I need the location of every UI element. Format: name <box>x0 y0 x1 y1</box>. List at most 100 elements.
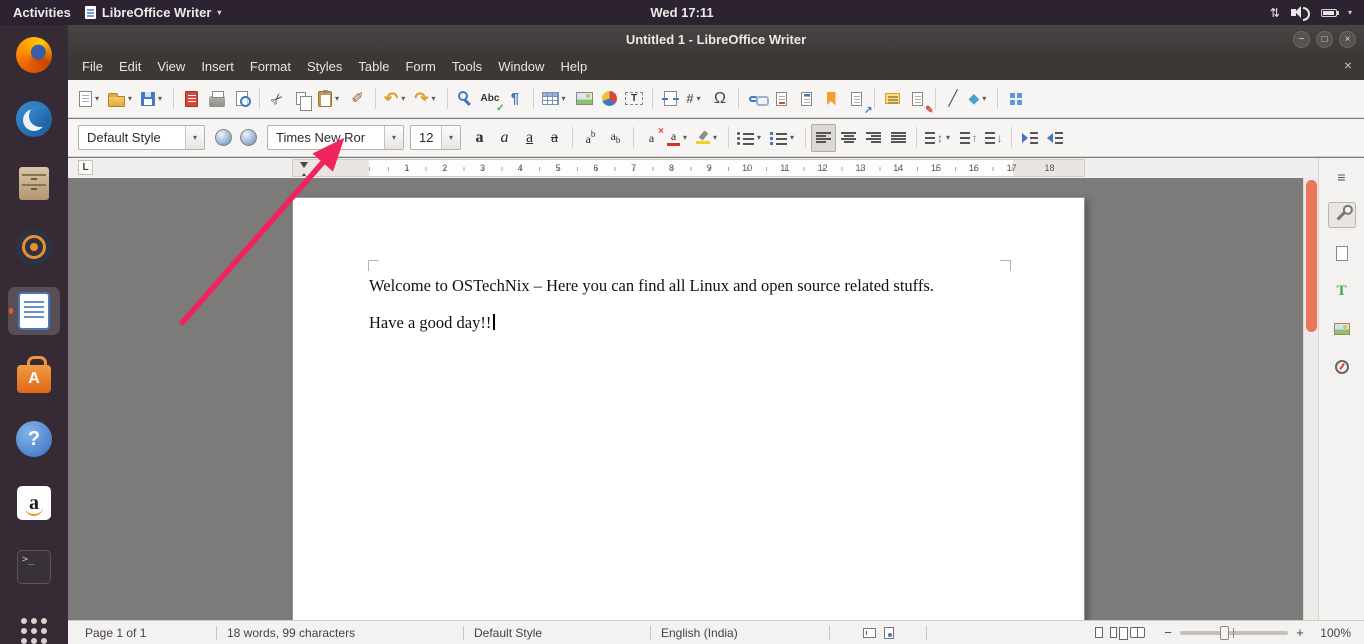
menu-file[interactable]: File <box>74 55 111 78</box>
close-button[interactable]: × <box>1339 31 1356 48</box>
chevron-down-icon[interactable]: ▾ <box>125 94 135 103</box>
page-style-status[interactable]: Default Style <box>464 626 650 640</box>
chevron-down-icon[interactable]: ▾ <box>787 133 797 142</box>
font-color-button[interactable]: a ▾ <box>664 124 693 152</box>
clone-formatting-button[interactable]: ✐ <box>345 85 370 113</box>
chevron-down-icon[interactable]: ▾ <box>754 133 764 142</box>
print-button[interactable] <box>204 85 229 113</box>
zoom-slider[interactable] <box>1180 631 1288 635</box>
paragraph[interactable]: Welcome to OSTechNix – Here you can find… <box>369 275 1010 297</box>
bold-button[interactable]: a <box>467 124 492 152</box>
cross-reference-button[interactable]: ↗ <box>844 85 869 113</box>
chevron-down-icon[interactable]: ▾ <box>429 94 439 103</box>
zoom-out-button[interactable]: − <box>1162 625 1174 640</box>
insert-endnote-button[interactable] <box>794 85 819 113</box>
book-view-button[interactable] <box>1130 627 1145 638</box>
document-area[interactable]: Welcome to OSTechNix – Here you can find… <box>68 178 1303 620</box>
align-center-button[interactable] <box>836 124 861 152</box>
chevron-down-icon[interactable]: ▾ <box>559 94 569 103</box>
dock-item-terminal[interactable]: >_ <box>8 543 60 591</box>
numbered-list-button[interactable]: ▾ <box>767 124 800 152</box>
multi-page-view-button[interactable] <box>1110 627 1117 638</box>
dock-item-show-applications[interactable] <box>8 607 60 644</box>
menu-table[interactable]: Table <box>350 55 397 78</box>
menu-tools[interactable]: Tools <box>444 55 490 78</box>
dock-item-thunderbird[interactable] <box>8 95 60 143</box>
zoom-level[interactable]: 100% <box>1313 626 1351 640</box>
paragraph[interactable]: Have a good day!! <box>369 312 1010 334</box>
insert-image-button[interactable] <box>572 85 597 113</box>
menu-styles[interactable]: Styles <box>299 55 350 78</box>
underline-button[interactable]: a <box>517 124 542 152</box>
zoom-in-button[interactable]: + <box>1294 625 1306 640</box>
chevron-down-icon[interactable]: ▾ <box>398 94 408 103</box>
chevron-down-icon[interactable]: ▾ <box>92 94 102 103</box>
activities-button[interactable]: Activities <box>13 5 71 20</box>
chevron-down-icon[interactable]: ▾ <box>680 133 690 142</box>
sidebar-properties-button[interactable] <box>1328 202 1356 228</box>
dock-item-libreoffice-writer[interactable] <box>8 287 60 335</box>
zoom-slider-thumb[interactable] <box>1220 626 1229 640</box>
sidebar-styles-button[interactable]: T <box>1328 278 1356 304</box>
dock-item-files[interactable] <box>8 159 60 207</box>
insert-line-button[interactable]: ╱ <box>941 85 966 113</box>
paragraph-style-dropdown[interactable]: ▾ <box>185 126 204 149</box>
insert-field-button[interactable]: #▾ <box>683 85 708 113</box>
dock-item-rhythmbox[interactable] <box>8 223 60 271</box>
close-document-button[interactable]: × <box>1340 57 1356 73</box>
word-count-status[interactable]: 18 words, 99 characters <box>217 626 463 640</box>
decrease-paragraph-spacing-button[interactable]: ↓ <box>981 124 1006 152</box>
chevron-down-icon[interactable]: ▾ <box>332 94 342 103</box>
new-document-button[interactable]: ▾ <box>76 85 105 113</box>
save-button[interactable]: ▾ <box>138 85 168 113</box>
font-size-dropdown[interactable]: ▾ <box>441 126 460 149</box>
insert-table-button[interactable]: ▾ <box>539 85 572 113</box>
font-name-dropdown[interactable]: ▾ <box>384 126 403 149</box>
dock-item-firefox[interactable] <box>8 31 60 79</box>
special-character-button[interactable]: Ω <box>708 85 733 113</box>
formatting-marks-button[interactable]: ¶ <box>503 85 528 113</box>
find-replace-button[interactable] <box>453 85 478 113</box>
menu-help[interactable]: Help <box>552 55 595 78</box>
document-text[interactable]: Welcome to OSTechNix – Here you can find… <box>369 275 1010 349</box>
chevron-down-icon[interactable]: ▾ <box>979 94 989 103</box>
increase-indent-button[interactable] <box>1017 124 1042 152</box>
vertical-scrollbar[interactable] <box>1303 178 1318 620</box>
print-preview-button[interactable] <box>229 85 254 113</box>
increase-paragraph-spacing-button[interactable]: ↑ <box>956 124 981 152</box>
sidebar-navigator-button[interactable] <box>1328 354 1356 380</box>
page-break-button[interactable] <box>658 85 683 113</box>
superscript-button[interactable]: ab <box>578 124 603 152</box>
font-name-combo[interactable]: Times New Ror ▾ <box>267 125 404 150</box>
menu-form[interactable]: Form <box>397 55 443 78</box>
chevron-down-icon[interactable]: ▾ <box>943 133 953 142</box>
app-menu-button[interactable]: LibreOffice Writer ▾ <box>85 5 222 20</box>
export-pdf-button[interactable] <box>179 85 204 113</box>
paste-button[interactable]: ▾ <box>315 85 345 113</box>
scrollbar-thumb[interactable] <box>1306 180 1317 332</box>
strikethrough-button[interactable]: a <box>542 124 567 152</box>
horizontal-ruler[interactable]: 123456789101112131415161718 <box>292 159 1085 177</box>
cut-button[interactable]: ✂ <box>265 85 290 113</box>
insert-comment-button[interactable] <box>880 85 905 113</box>
dock-item-help[interactable]: ? <box>8 415 60 463</box>
undo-button[interactable]: ↶▾ <box>381 85 411 113</box>
menu-window[interactable]: Window <box>490 55 552 78</box>
menu-format[interactable]: Format <box>242 55 299 78</box>
line-spacing-button[interactable]: ↕▾ <box>922 124 956 152</box>
copy-button[interactable] <box>290 85 315 113</box>
show-draw-functions-button[interactable] <box>1003 85 1028 113</box>
document-modified-icon[interactable] <box>884 627 894 639</box>
update-style-button[interactable] <box>211 124 236 152</box>
insert-footnote-button[interactable] <box>769 85 794 113</box>
align-justify-button[interactable] <box>886 124 911 152</box>
insert-chart-button[interactable] <box>597 85 622 113</box>
align-right-button[interactable] <box>861 124 886 152</box>
document-page[interactable]: Welcome to OSTechNix – Here you can find… <box>292 197 1085 620</box>
italic-button[interactable]: a <box>492 124 517 152</box>
tab-stop-selector[interactable]: L <box>78 160 93 175</box>
clear-formatting-button[interactable]: a × <box>639 124 664 152</box>
maximize-button[interactable]: □ <box>1316 31 1333 48</box>
chevron-down-icon[interactable]: ▾ <box>155 94 165 103</box>
single-page-view-button[interactable] <box>1095 627 1103 638</box>
